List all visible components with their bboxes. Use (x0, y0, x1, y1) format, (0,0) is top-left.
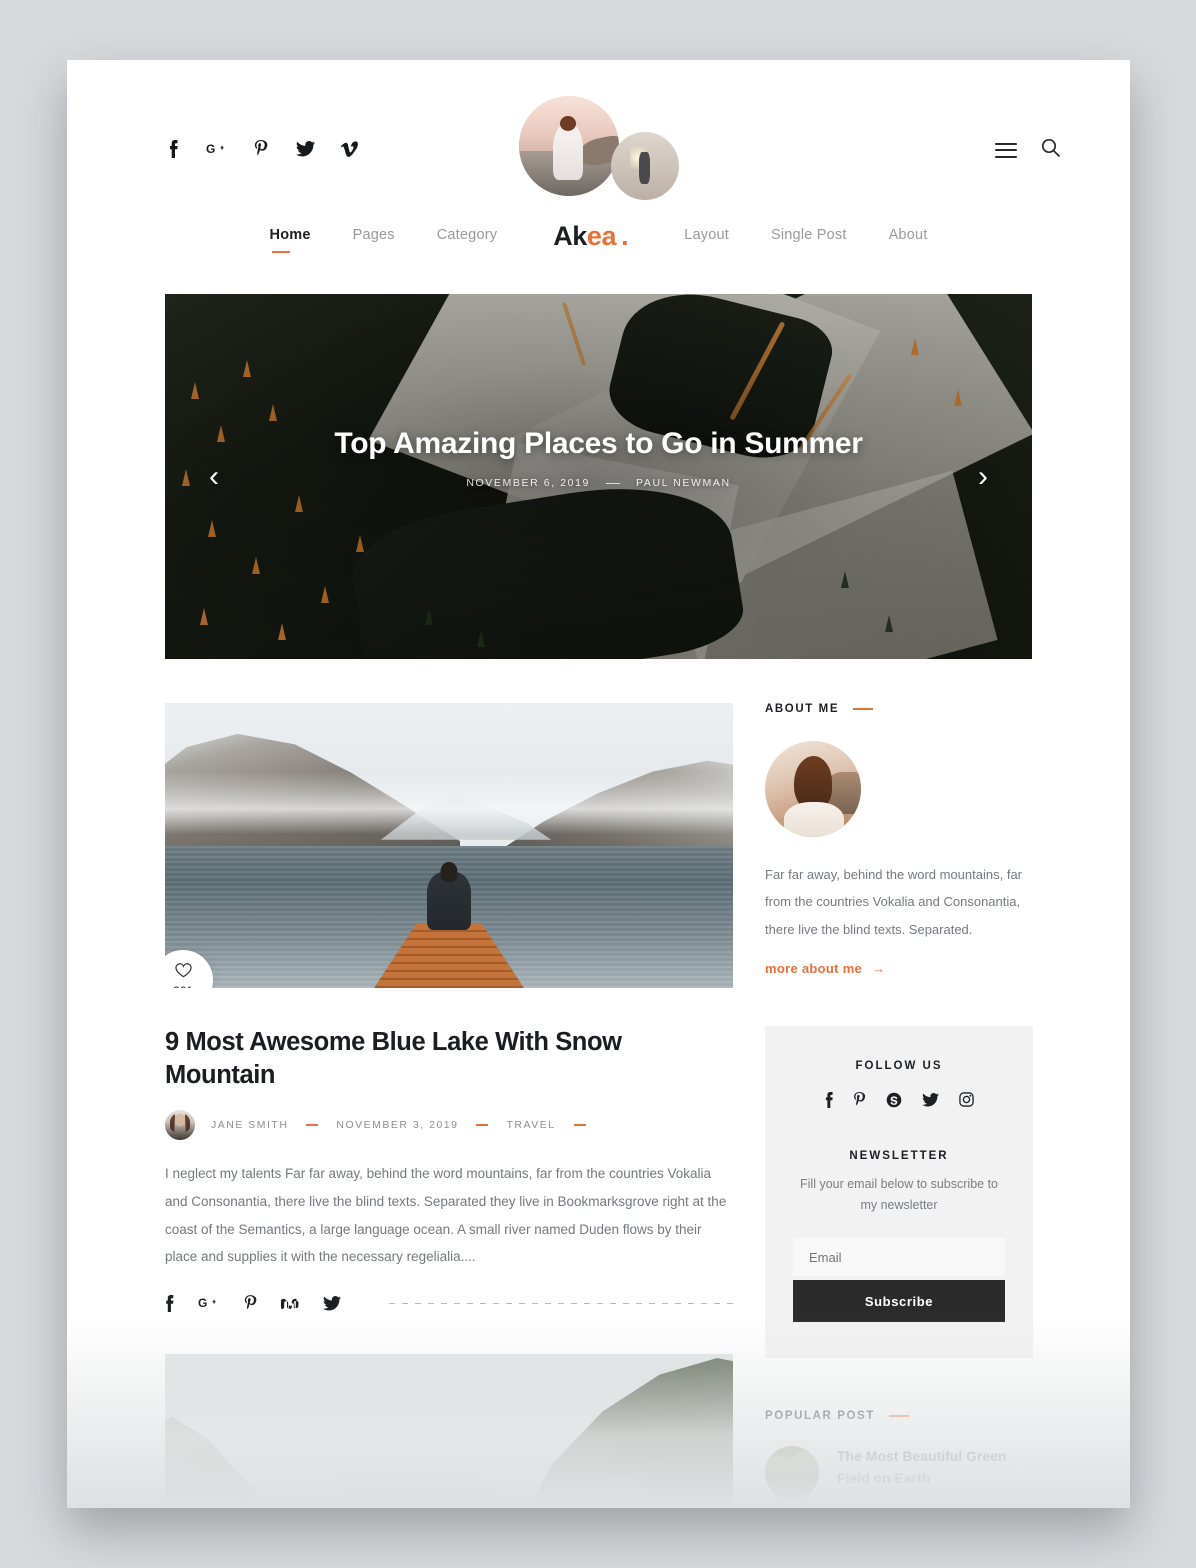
pinterest-icon[interactable] (853, 1091, 866, 1108)
page-sheet: G Home Pages Category Akea . Layout Sing… (67, 60, 1130, 1508)
post-excerpt: I neglect my talents Far far away, behin… (165, 1166, 727, 1265)
post-category[interactable]: TRAVEL (506, 1119, 555, 1131)
svg-text:G: G (206, 142, 215, 156)
meta-separator-1 (306, 1124, 319, 1127)
twitter-icon[interactable] (921, 1092, 939, 1107)
hero-carousel: Top Amazing Places to Go in Summer NOVEM… (165, 294, 1032, 659)
hero-meta-separator (606, 482, 621, 484)
about-me-text: Far far away, behind the word mountains,… (765, 867, 1022, 937)
nav-item-home[interactable]: Home (270, 227, 311, 253)
hero-date: NOVEMBER 6, 2019 (466, 477, 591, 490)
subscribe-button[interactable]: Subscribe (793, 1280, 1005, 1323)
post-author[interactable]: JANE SMITH (211, 1119, 288, 1131)
newsletter-heading: NEWSLETTER (849, 1149, 949, 1162)
header-photo-small (610, 132, 679, 200)
nav-item-category[interactable]: Category (437, 227, 497, 246)
skype-icon[interactable] (886, 1092, 902, 1108)
hero-content: Top Amazing Places to Go in Summer NOVEM… (165, 427, 1032, 489)
post-share-row: G (165, 1294, 733, 1312)
post-title[interactable]: 9 Most Awesome Blue Lake With Snow Mount… (165, 1026, 733, 1091)
newsletter-description: Fill your email below to subscribe to my… (800, 1176, 998, 1213)
main-navigation: Home Pages Category Akea. Layout Single … (67, 200, 1130, 272)
nav-right-group: Layout Single Post About (684, 227, 927, 246)
about-me-avatar (765, 741, 861, 837)
logo-accent: ea (586, 220, 617, 251)
header-photo-circles (518, 96, 679, 201)
logo-dot: . (621, 220, 629, 251)
content-area: 261 9 Most Awesome Blue Lake With Snow M… (165, 703, 1033, 1508)
popular-post-heading: POPULAR POST (765, 1410, 1033, 1422)
more-about-me-link[interactable]: more about me → (765, 961, 885, 976)
pinterest-icon[interactable] (244, 1295, 257, 1312)
carousel-next-button[interactable]: › (968, 461, 998, 492)
popular-post-title[interactable]: The Most Beautiful Green Field on Earth (837, 1446, 1033, 1489)
header-photo-large (518, 96, 619, 196)
instagram-icon[interactable] (958, 1092, 974, 1108)
sidebar: ABOUT ME Far far away, behind the word m… (765, 703, 1033, 1508)
lake-photo (165, 703, 733, 988)
post-featured-image[interactable]: 261 (165, 703, 733, 988)
svg-text:G: G (198, 1296, 207, 1310)
hero-author: PAUL NEWMAN (636, 477, 731, 490)
follow-newsletter-widget: FOLLOW US NEWSLETTER Fill your email bel… (765, 1025, 1033, 1359)
facebook-icon[interactable] (165, 1294, 174, 1312)
more-about-me-label: more about me (765, 960, 863, 976)
pinterest-icon[interactable] (250, 138, 272, 160)
site-logo[interactable]: Akea. (553, 221, 628, 252)
like-count: 261 (173, 984, 193, 989)
email-field[interactable] (793, 1238, 1005, 1277)
about-me-heading: ABOUT ME (765, 703, 1033, 715)
twitter-icon[interactable] (323, 1295, 341, 1311)
author-avatar (165, 1110, 195, 1141)
share-divider (389, 1302, 733, 1304)
stumbleupon-icon[interactable] (281, 1295, 299, 1311)
about-me-heading-text: ABOUT ME (765, 703, 840, 715)
header-social-links: G (162, 138, 360, 160)
nav-left-group: Home Pages Category (270, 227, 498, 253)
top-bar: G (67, 60, 1130, 200)
vimeo-icon[interactable] (338, 138, 360, 160)
logo-prefix: Ak (553, 220, 587, 251)
heading-accent-bar (888, 1415, 909, 1418)
follow-us-heading: FOLLOW US (855, 1059, 943, 1072)
facebook-icon[interactable] (162, 138, 184, 160)
search-icon[interactable] (1041, 138, 1060, 162)
post-meta: JANE SMITH NOVEMBER 3, 2019 TRAVEL (165, 1110, 733, 1141)
twitter-icon[interactable] (294, 138, 316, 160)
hamburger-menu-icon[interactable] (995, 142, 1017, 158)
google-plus-icon[interactable]: G (198, 1296, 220, 1310)
popular-post-widget: POPULAR POST The Most Beautiful Green Fi… (765, 1410, 1033, 1501)
hero-title: Top Amazing Places to Go in Summer (334, 427, 863, 461)
google-plus-icon[interactable]: G (206, 138, 228, 160)
meta-separator-3 (573, 1124, 586, 1127)
next-post-featured-image[interactable] (165, 1353, 733, 1508)
nav-item-single-post[interactable]: Single Post (771, 227, 847, 246)
carousel-prev-button[interactable]: ‹ (199, 461, 229, 492)
main-column: 261 9 Most Awesome Blue Lake With Snow M… (165, 703, 733, 1508)
facebook-icon[interactable] (825, 1091, 833, 1108)
popular-post-heading-text: POPULAR POST (765, 1410, 875, 1423)
follow-us-icons (793, 1091, 1005, 1108)
post-date: NOVEMBER 3, 2019 (336, 1119, 459, 1132)
nav-item-pages[interactable]: Pages (353, 227, 395, 246)
popular-post-thumbnail (765, 1446, 819, 1501)
heading-accent-bar (853, 708, 874, 710)
nav-item-layout[interactable]: Layout (684, 227, 729, 246)
about-me-widget: ABOUT ME Far far away, behind the word m… (765, 703, 1033, 978)
header-actions (995, 138, 1060, 162)
hero-meta: NOVEMBER 6, 2019 PAUL NEWMAN (235, 477, 962, 489)
heart-icon (174, 962, 192, 983)
meta-separator-2 (476, 1124, 489, 1127)
list-item[interactable]: The Most Beautiful Green Field on Earth (765, 1446, 1033, 1501)
nav-item-about[interactable]: About (889, 227, 928, 246)
arrow-right-icon: → (872, 960, 886, 976)
